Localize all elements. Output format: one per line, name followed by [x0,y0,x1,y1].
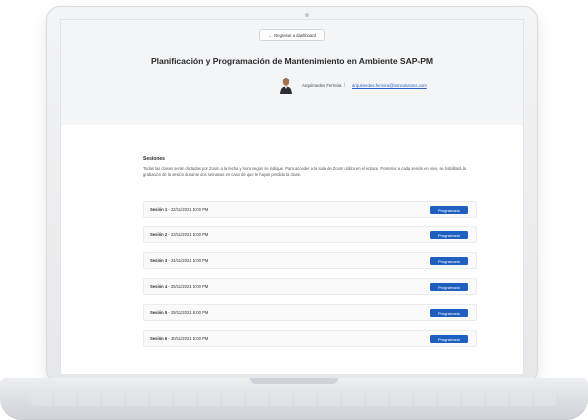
session-row[interactable]: Sesión 3 - 24/11/2021 5:00 PM Programado [143,252,477,269]
status-badge[interactable]: Programado [430,257,468,265]
session-datetime: - 25/11/2021 5:00 PM [167,284,209,289]
webcam [305,13,309,17]
session-text: Sesión 2 - 23/11/2021 5:00 PM [150,232,208,237]
back-to-dashboard-button[interactable]: ← Regresar a dashboard [259,29,325,41]
laptop-screen: ← Regresar a dashboard Planificación y P… [61,20,523,374]
session-label: Sesión 4 [150,284,168,289]
session-datetime: - 22/11/2021 5:00 PM [167,207,209,212]
session-text: Sesión 6 - 30/11/2021 5:00 PM [150,336,208,341]
instructor-avatar [280,78,292,94]
session-label: Sesión 5 [150,310,168,315]
course-title: Planificación y Programación de Mantenim… [150,56,434,66]
session-label: Sesión 6 [150,336,168,341]
session-row[interactable]: Sesión 1 - 22/11/2021 5:00 PM Programado [143,201,477,218]
arrow-left-icon: ← [268,32,273,38]
session-text: Sesión 1 - 22/11/2021 5:00 PM [150,207,208,212]
session-text: Sesión 3 - 24/11/2021 5:00 PM [150,258,208,263]
sessions-description: Todas las clases serán dictadas por Zoom… [143,166,466,177]
instructor-email-link[interactable]: arquimedes.ferreira@inmsolutions.com [352,83,427,88]
session-label: Sesión 1 [150,207,168,212]
session-row[interactable]: Sesión 4 - 25/11/2021 5:00 PM Programado [143,278,477,295]
session-label: Sesión 2 [150,232,168,237]
session-datetime: - 30/11/2021 5:00 PM [167,336,209,341]
status-badge[interactable]: Programado [430,231,468,239]
back-button-label: Regresar a dashboard [274,32,316,38]
session-datetime: - 24/11/2021 5:00 PM [167,258,209,263]
sessions-heading: Sesiones [143,156,165,162]
session-row[interactable]: Sesión 6 - 30/11/2021 5:00 PM Programado [143,330,477,347]
header-separator: | [344,82,346,87]
status-badge[interactable]: Programado [430,309,468,317]
instructor-name: Arquímedes Ferreira [302,83,342,88]
session-datetime: - 29/11/2021 5:00 PM [167,310,209,315]
status-badge[interactable]: Programado [430,335,468,343]
session-row[interactable]: Sesión 2 - 23/11/2021 5:00 PM Programado [143,226,477,243]
laptop-hinge-notch [250,378,338,384]
laptop-keyboard [30,392,558,406]
session-text: Sesión 4 - 25/11/2021 5:00 PM [150,284,208,289]
session-datetime: - 23/11/2021 5:00 PM [167,232,209,237]
status-badge[interactable]: Programado [430,283,468,291]
session-text: Sesión 5 - 29/11/2021 5:00 PM [150,310,208,315]
status-badge[interactable]: Programado [430,206,468,214]
session-label: Sesión 3 [150,258,168,263]
session-row[interactable]: Sesión 5 - 29/11/2021 5:00 PM Programado [143,304,477,321]
